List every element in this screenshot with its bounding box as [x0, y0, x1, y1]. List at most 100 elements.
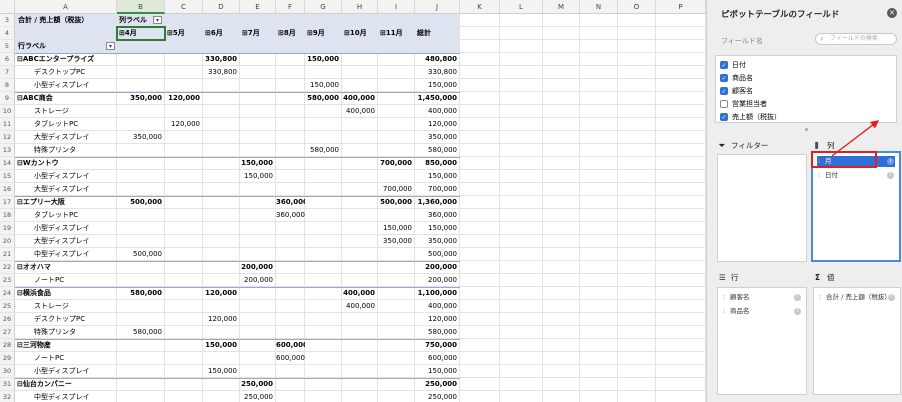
column-header-l[interactable]: L — [500, 0, 543, 14]
row-header-23[interactable]: 23 — [0, 274, 15, 287]
row-header-31[interactable]: 31 — [0, 378, 15, 391]
select-all-corner[interactable] — [0, 0, 15, 14]
product-row-label: 大型ディスプレイ — [34, 185, 90, 193]
column-header-d[interactable]: D — [203, 0, 240, 14]
row-header-22[interactable]: 22 — [0, 261, 15, 274]
row-header-14[interactable]: 14 — [0, 157, 15, 170]
grid-row — [15, 261, 706, 274]
row-header-7[interactable]: 7 — [0, 66, 15, 79]
values-drop-area[interactable]: ⁝ 合計 / 売上額（税抜） i — [813, 287, 901, 395]
row-header-4[interactable]: 4 — [0, 27, 15, 40]
month-column-header[interactable]: ⊞4月 — [119, 27, 137, 40]
row-header-5[interactable]: 5 — [0, 40, 15, 53]
area-field-chip[interactable]: ⁝ 商品名 i — [722, 306, 802, 317]
pivot-value-cell: 350,000 — [130, 94, 162, 102]
close-icon[interactable]: ✕ — [887, 8, 897, 18]
pivot-value-cell: 120,000 — [205, 289, 237, 297]
customer-row-label[interactable]: ⊟ABC商会 — [17, 92, 53, 105]
row-header-28[interactable]: 28 — [0, 339, 15, 352]
month-column-header[interactable]: ⊞8月 — [278, 27, 296, 40]
field-search-input[interactable]: ⌕ フィールドの検索 — [815, 33, 897, 45]
month-column-header[interactable]: ⊞7月 — [242, 27, 260, 40]
pivot-value-cell: 360,000 — [428, 211, 457, 219]
customer-row-label[interactable]: ⊟三河物産 — [17, 339, 51, 352]
drag-handle-icon[interactable]: ⁝ — [818, 170, 820, 181]
column-header-b[interactable]: B — [117, 0, 165, 14]
row-header-29[interactable]: 29 — [0, 352, 15, 365]
customer-row-label[interactable]: ⊟横浜食品 — [17, 287, 51, 300]
column-header-k[interactable]: K — [460, 0, 500, 14]
row-header-26[interactable]: 26 — [0, 313, 15, 326]
column-header-f[interactable]: F — [276, 0, 305, 14]
column-header-m[interactable]: M — [543, 0, 580, 14]
pane-resize-handle[interactable] — [805, 128, 808, 131]
column-header-j[interactable]: J — [415, 0, 460, 14]
month-column-header[interactable]: ⊞6月 — [205, 27, 223, 40]
row-header-9[interactable]: 9 — [0, 92, 15, 105]
row-header-6[interactable]: 6 — [0, 53, 15, 66]
customer-row-label[interactable]: ⊟仙台カンパニー — [17, 378, 72, 391]
month-column-header[interactable]: ⊞9月 — [307, 27, 325, 40]
pivot-value-cell: 150,000 — [428, 367, 457, 375]
row-header-11[interactable]: 11 — [0, 118, 15, 131]
row-header-30[interactable]: 30 — [0, 365, 15, 378]
row-header-32[interactable]: 32 — [0, 391, 15, 402]
spreadsheet-grid[interactable]: A B C D E F G H I J K L M N O P 3 4 5 6 7 8 9 10 11 12 13 14 15 16 17 1… — [0, 0, 706, 402]
row-header-24[interactable]: 24 — [0, 287, 15, 300]
column-labels-dropdown-icon[interactable]: ▾ — [153, 16, 162, 24]
customer-row-label[interactable]: ⊟エプリー大阪 — [17, 196, 65, 209]
month-column-header[interactable]: ⊞11月 — [380, 27, 403, 40]
row-header-8[interactable]: 8 — [0, 79, 15, 92]
filter-drop-area[interactable] — [717, 154, 807, 262]
row-header-17[interactable]: 17 — [0, 196, 15, 209]
column-header-i[interactable]: I — [378, 0, 415, 14]
row-header-21[interactable]: 21 — [0, 248, 15, 261]
customer-row-label[interactable]: ⊟オオハマ — [17, 261, 51, 274]
row-labels-button[interactable]: 行ラベル — [18, 40, 46, 53]
info-icon[interactable]: i — [794, 294, 801, 301]
drag-handle-icon[interactable]: ⁝ — [723, 306, 725, 317]
row-labels-dropdown-icon[interactable]: ▾ — [106, 42, 115, 50]
field-checkbox[interactable]: ✓ — [720, 74, 728, 82]
customer-row-label[interactable]: ⊟ABCエンタープライズ — [17, 53, 94, 66]
area-field-chip[interactable]: ⁝ 顧客名 i — [722, 292, 802, 303]
row-header-27[interactable]: 27 — [0, 326, 15, 339]
grid-row — [15, 365, 706, 378]
column-header-p[interactable]: P — [656, 0, 706, 14]
drag-handle-icon[interactable]: ⁝ — [819, 292, 821, 303]
area-field-chip[interactable]: ⁝ 合計 / 売上額（税抜） i — [818, 292, 896, 303]
row-header-25[interactable]: 25 — [0, 300, 15, 313]
row-header-20[interactable]: 20 — [0, 235, 15, 248]
column-header-n[interactable]: N — [580, 0, 618, 14]
row-header-12[interactable]: 12 — [0, 131, 15, 144]
row-header-13[interactable]: 13 — [0, 144, 15, 157]
field-label: 売上額（税抜） — [732, 113, 781, 121]
drag-handle-icon[interactable]: ⁝ — [723, 292, 725, 303]
row-header-18[interactable]: 18 — [0, 209, 15, 222]
row-header-3[interactable]: 3 — [0, 14, 15, 27]
month-column-header[interactable]: ⊞10月 — [344, 27, 367, 40]
row-header-15[interactable]: 15 — [0, 170, 15, 183]
field-checkbox[interactable]: ✓ — [720, 87, 728, 95]
info-icon[interactable]: i — [887, 158, 894, 165]
row-header-19[interactable]: 19 — [0, 222, 15, 235]
customer-row-label[interactable]: ⊟Wカントウ — [17, 157, 59, 170]
info-icon[interactable]: i — [794, 308, 801, 315]
rows-drop-area[interactable]: ⁝ 顧客名 i ⁝ 商品名 i — [717, 287, 807, 395]
info-icon[interactable]: i — [888, 294, 895, 301]
grid-row — [15, 352, 706, 365]
column-header-g[interactable]: G — [305, 0, 342, 14]
row-header-10[interactable]: 10 — [0, 105, 15, 118]
column-header-a[interactable]: A — [15, 0, 117, 14]
row-header-16[interactable]: 16 — [0, 183, 15, 196]
column-header-c[interactable]: C — [165, 0, 203, 14]
column-header-e[interactable]: E — [240, 0, 276, 14]
area-field-chip[interactable]: ⁝ 日付 i — [817, 170, 895, 181]
month-column-header[interactable]: ⊞5月 — [167, 27, 185, 40]
field-checkbox[interactable]: ✓ — [720, 61, 728, 69]
info-icon[interactable]: i — [887, 172, 894, 179]
field-checkbox[interactable]: ✓ — [720, 113, 728, 121]
column-header-h[interactable]: H — [342, 0, 378, 14]
column-header-o[interactable]: O — [618, 0, 656, 14]
field-checkbox[interactable] — [720, 100, 728, 108]
